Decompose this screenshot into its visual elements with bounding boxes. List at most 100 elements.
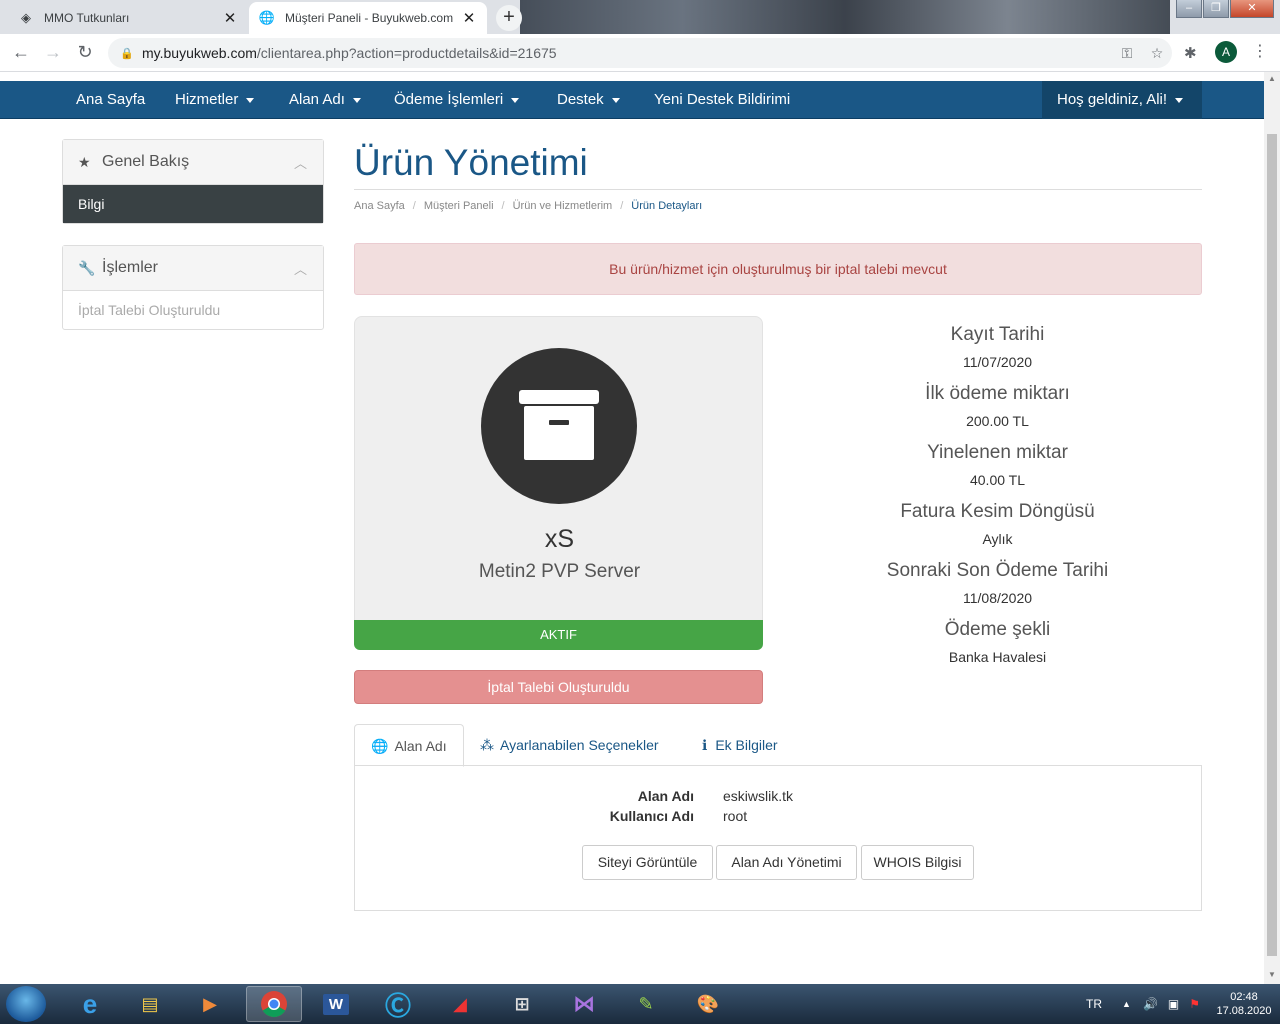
product-group: Metin2 PVP Server xyxy=(478,561,641,582)
cubes-icon: ⁂ xyxy=(480,737,494,753)
filezilla-icon[interactable]: ◢ xyxy=(432,986,488,1022)
nav-destek[interactable]: Destek xyxy=(557,81,620,119)
nav-odeme-islemleri[interactable]: Ödeme İşlemleri xyxy=(394,81,520,119)
detail-label: Yinelenen miktar xyxy=(927,442,1068,463)
show-hidden-icons-icon[interactable]: ▲ xyxy=(1122,999,1131,1009)
network-icon[interactable]: ▣ xyxy=(1168,997,1179,1011)
close-tab-icon[interactable]: ✕ xyxy=(222,9,238,27)
reload-icon[interactable]: ↻ xyxy=(74,42,96,63)
detail-label: Ödeme şekli xyxy=(944,619,1051,640)
chevron-up-icon[interactable]: ︿ xyxy=(294,153,307,172)
browser-tab-mmo[interactable]: ◈ MMO Tutkunları ✕ xyxy=(8,2,248,34)
windows-taskbar: e ▤ ▶ W Ⓒ ◢ ⊞ ⋈ ✎ 🎨 TR ▲ 🔊 ▣ ⚑ 02:48 17.… xyxy=(0,984,1280,1024)
scroll-down-icon[interactable]: ▼ xyxy=(1268,970,1276,979)
site-navbar: Ana Sayfa Hizmetler Alan Adı Ödeme İşlem… xyxy=(0,81,1264,119)
whois-button[interactable]: WHOIS Bilgisi xyxy=(861,845,974,880)
chrome-icon[interactable] xyxy=(246,986,302,1022)
overview-panel: ★ Genel Bakış ︿ Bilgi xyxy=(62,139,324,224)
caret-down-icon xyxy=(246,97,255,103)
caret-down-icon xyxy=(611,97,620,103)
cancel-requested-button[interactable]: İptal Talebi Oluşturuldu xyxy=(354,670,763,704)
title-divider xyxy=(354,189,1202,190)
nav-ana-sayfa[interactable]: Ana Sayfa xyxy=(76,81,145,119)
detail-next-due-date: Sonraki Son Ödeme Tarihi 11/08/2020 xyxy=(793,560,1202,606)
chevron-up-icon[interactable]: ︿ xyxy=(294,259,307,278)
action-center-flag-icon[interactable]: ⚑ xyxy=(1189,997,1200,1011)
caret-down-icon xyxy=(1175,97,1184,103)
window-controls: – ❐ ✕ xyxy=(1175,0,1274,18)
volume-icon[interactable]: 🔊 xyxy=(1143,997,1158,1011)
system-clock[interactable]: 02:48 17.08.2020 xyxy=(1208,990,1280,1018)
new-tab-button[interactable]: + xyxy=(496,5,522,31)
nav-alan-adi[interactable]: Alan Adı xyxy=(289,81,361,119)
language-indicator[interactable]: TR xyxy=(1086,997,1102,1011)
breadcrumb: Ana Sayfa / Müşteri Paneli / Ürün ve Hizme… xyxy=(354,200,703,212)
close-window-icon[interactable]: ✕ xyxy=(1230,0,1274,18)
word-icon[interactable]: W xyxy=(308,986,364,1022)
domain-key: Alan Adı xyxy=(637,788,694,804)
page-title: Ürün Yönetimi xyxy=(354,142,588,183)
tab-configurable-options[interactable]: ⁂ Ayarlanabilen Seçenekler xyxy=(464,724,675,766)
tab-title: MMO Tutkunları xyxy=(44,11,130,25)
close-tab-icon[interactable]: ✕ xyxy=(461,9,477,27)
detail-label: Kayıt Tarihi xyxy=(950,324,1045,345)
notepad-plus-plus-icon[interactable]: ✎ xyxy=(618,986,674,1022)
tab-additional-info[interactable]: ℹ Ek Bilgiler xyxy=(686,724,794,766)
product-card: xS Metin2 PVP Server xyxy=(354,316,763,622)
username-key: Kullanıcı Adı xyxy=(609,808,694,824)
detail-value: 200.00 TL xyxy=(966,413,1029,429)
actions-panel-header[interactable]: 🔧 İşlemler ︿ xyxy=(63,246,323,291)
panel-title: Genel Bakış xyxy=(102,153,190,170)
breadcrumb-current: Ürün Detayları xyxy=(631,200,703,212)
caret-down-icon xyxy=(352,97,361,103)
detail-tabs: 🌐 Alan Adı ⁂ Ayarlanabilen Seçenekler ℹ Ek … xyxy=(354,724,1202,767)
network-tool-icon[interactable]: ⊞ xyxy=(494,986,550,1022)
scroll-up-icon[interactable]: ▲ xyxy=(1268,74,1276,83)
media-player-icon[interactable]: ▶ xyxy=(182,986,238,1022)
profile-avatar[interactable]: A xyxy=(1215,41,1237,63)
page-scrollbar[interactable]: ▲ ▼ xyxy=(1264,72,1280,984)
scrollbar-thumb[interactable] xyxy=(1267,134,1277,956)
sidebar-item-bilgi[interactable]: Bilgi xyxy=(63,185,323,223)
user-menu[interactable]: Hoş geldiniz, Ali! xyxy=(1042,81,1202,119)
detail-value: 11/08/2020 xyxy=(962,590,1033,606)
breadcrumb-link[interactable]: Müşteri Paneli xyxy=(424,200,494,212)
puzzle-icon[interactable]: ✱ xyxy=(1184,44,1197,62)
breadcrumb-link[interactable]: Ana Sayfa xyxy=(354,200,405,212)
tab-alan-adi[interactable]: 🌐 Alan Adı xyxy=(354,724,464,767)
back-arrow-icon[interactable]: ← xyxy=(10,42,32,63)
visual-studio-icon[interactable]: ⋈ xyxy=(556,986,612,1022)
minimize-icon[interactable]: – xyxy=(1176,0,1202,18)
detail-label: İlk ödeme miktarı xyxy=(925,383,1070,404)
forward-arrow-icon[interactable]: → xyxy=(42,42,64,63)
domain-tab-pane xyxy=(354,765,1202,911)
domain-management-button[interactable]: Alan Adı Yönetimi xyxy=(716,845,857,880)
username-value: root xyxy=(723,808,748,824)
overview-panel-header[interactable]: ★ Genel Bakış ︿ xyxy=(63,140,323,185)
windows-start-icon[interactable] xyxy=(6,986,46,1022)
ccleaner-icon[interactable]: Ⓒ xyxy=(370,986,426,1022)
browser-tab-musteri-paneli[interactable]: 🌐 Müşteri Paneli - Buyukweb.com ✕ xyxy=(249,2,487,34)
cancel-request-alert: Bu ürün/hizmet için oluşturulmuş bir ipt… xyxy=(354,243,1202,295)
lock-icon[interactable]: 🔒 xyxy=(120,47,134,60)
detail-value: 40.00 TL xyxy=(969,472,1025,488)
file-explorer-icon[interactable]: ▤ xyxy=(122,986,178,1022)
caret-down-icon xyxy=(511,97,520,103)
url-text[interactable]: my.buyukweb.com/clientarea.php?action=pr… xyxy=(142,45,1112,61)
breadcrumb-link[interactable]: Ürün ve Hizmetlerim xyxy=(513,200,613,212)
nav-yeni-destek-bildirimi[interactable]: Yeni Destek Bildirimi xyxy=(654,81,790,119)
paint-icon[interactable]: 🎨 xyxy=(680,986,736,1022)
nav-hizmetler[interactable]: Hizmetler xyxy=(175,81,255,119)
internet-explorer-icon[interactable]: e xyxy=(62,986,118,1022)
detail-payment-method: Ödeme şekli Banka Havalesi xyxy=(793,619,1202,665)
tab-title: Müşteri Paneli - Buyukweb.com xyxy=(285,11,454,25)
address-bar[interactable]: 🔒 my.buyukweb.com/clientarea.php?action=… xyxy=(108,38,1172,68)
star-icon[interactable]: ☆ xyxy=(1142,45,1172,62)
detail-value: 11/07/2020 xyxy=(962,354,1033,370)
domain-value: eskiwslik.tk xyxy=(723,788,794,804)
detail-label: Fatura Kesim Döngüsü xyxy=(900,501,1095,522)
view-site-button[interactable]: Siteyi Görüntüle xyxy=(582,845,713,880)
key-icon[interactable]: ⚿ xyxy=(1112,45,1142,62)
menu-dots-icon[interactable]: ⋮ xyxy=(1252,41,1268,61)
maximize-icon[interactable]: ❐ xyxy=(1203,0,1229,18)
